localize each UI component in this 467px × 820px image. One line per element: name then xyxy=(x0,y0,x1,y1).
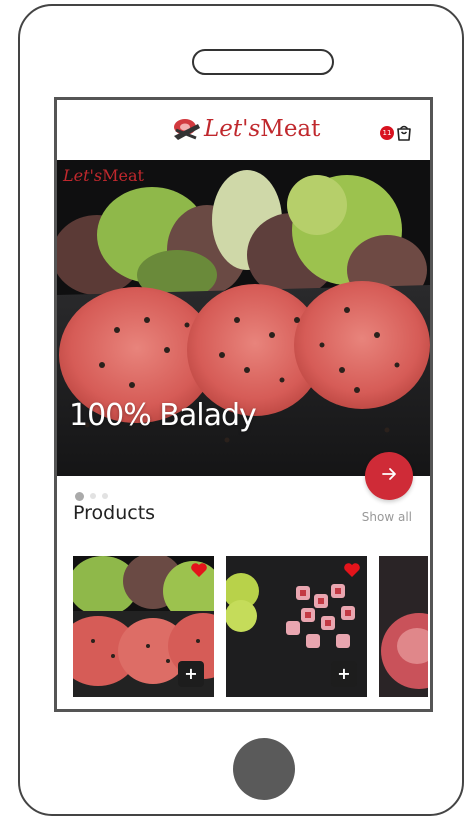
product-image xyxy=(379,556,428,697)
product-list: + + xyxy=(73,556,430,697)
carousel-dot[interactable] xyxy=(75,492,84,501)
app-screen: Let'sMeat 11 Let's Meat 100% Balady Prod… xyxy=(54,97,433,712)
hero-title: 100% Balady xyxy=(69,398,257,433)
product-card[interactable]: + xyxy=(73,556,214,697)
add-to-cart-button[interactable]: + xyxy=(331,661,357,687)
heart-icon[interactable] xyxy=(190,562,208,582)
hero-banner[interactable]: Let's Meat 100% Balady xyxy=(57,160,430,476)
arrow-right-icon xyxy=(380,465,398,487)
hero-watermark-logo: Let's Meat xyxy=(63,166,144,185)
carousel-dot[interactable] xyxy=(102,493,108,499)
brand-logo[interactable]: Let'sMeat xyxy=(172,116,320,142)
carousel-dot[interactable] xyxy=(90,493,96,499)
hero-logo-meat: Meat xyxy=(102,166,144,185)
product-card[interactable] xyxy=(379,556,428,697)
products-heading: Products xyxy=(73,502,156,524)
logo-text: Let'sMeat xyxy=(204,116,320,142)
cart-count-badge: 11 xyxy=(380,126,394,140)
phone-speaker xyxy=(192,49,334,75)
hero-logo-lets: Let's xyxy=(63,166,103,185)
home-button[interactable] xyxy=(233,738,295,800)
next-slide-button[interactable] xyxy=(365,452,413,500)
add-to-cart-button[interactable]: + xyxy=(178,661,204,687)
show-all-link[interactable]: Show all xyxy=(362,510,412,524)
cart-button[interactable]: 11 xyxy=(374,124,414,148)
product-card[interactable]: + xyxy=(226,556,367,697)
logo-text-meat: Meat xyxy=(260,116,321,142)
logo-text-lets: Let's xyxy=(204,116,261,142)
app-header: Let'sMeat 11 xyxy=(57,100,430,160)
cart-bag-icon xyxy=(395,124,413,146)
carousel-dots xyxy=(75,492,108,501)
logo-steer-icon xyxy=(172,116,202,142)
heart-icon[interactable] xyxy=(343,562,361,582)
